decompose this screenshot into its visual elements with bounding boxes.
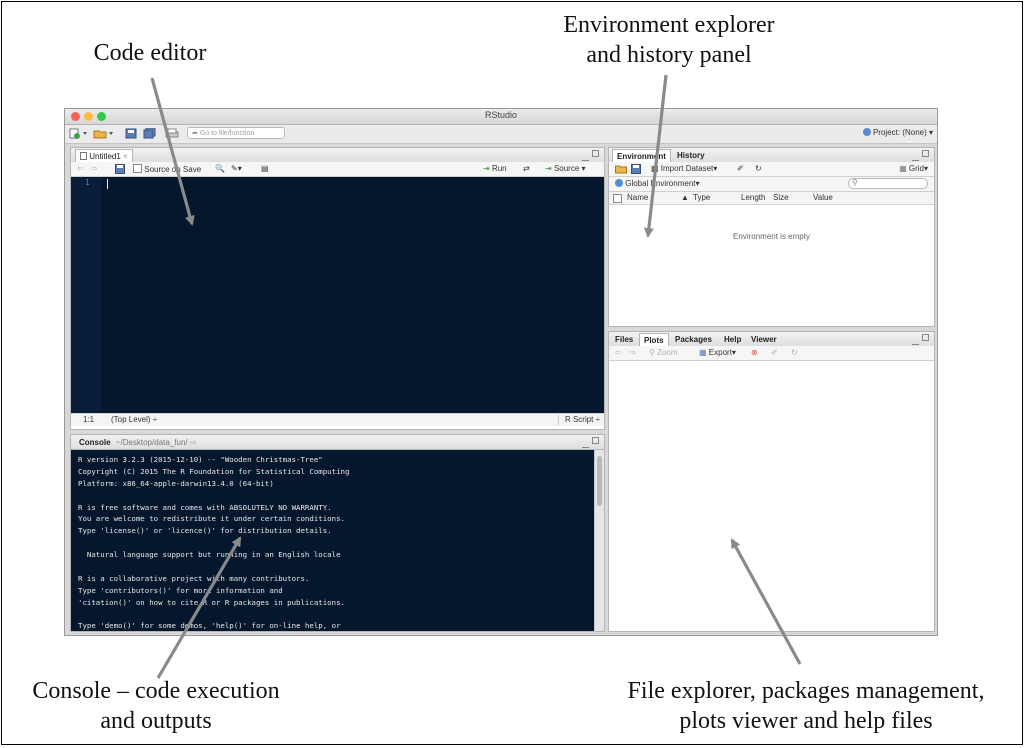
code-editor-arrow xyxy=(150,77,195,226)
annotation-arrows xyxy=(150,74,802,679)
console-arrow xyxy=(156,536,242,679)
files-arrow xyxy=(730,538,802,665)
environment-arrow xyxy=(643,74,668,238)
